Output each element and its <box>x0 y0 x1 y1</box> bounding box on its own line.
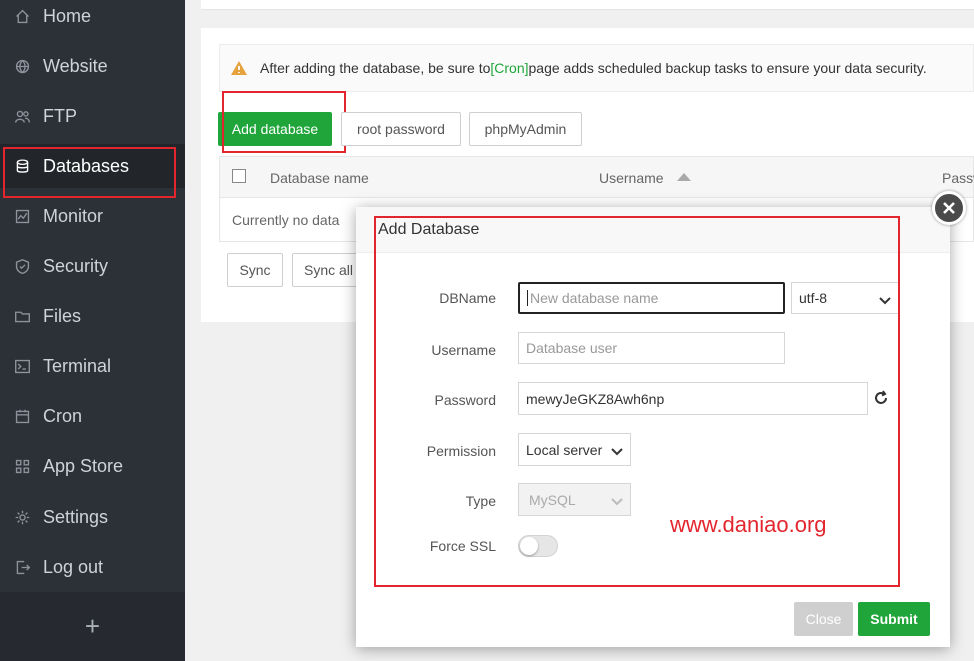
add-database-dialog: Add Database <box>356 207 950 647</box>
close-button[interactable]: Close <box>794 602 853 636</box>
home-icon <box>12 6 32 26</box>
terminal-icon <box>12 356 32 376</box>
chevron-down-icon <box>611 494 623 506</box>
watermark-text: www.daniao.org <box>670 512 827 537</box>
sort-up-icon[interactable] <box>677 173 691 181</box>
top-strip <box>201 0 974 10</box>
dialog-title: Add Database <box>378 221 480 238</box>
sidebar-item-databases[interactable]: Databases <box>0 144 185 188</box>
submit-button[interactable]: Submit <box>858 602 930 636</box>
force-ssl-label: Force SSL <box>429 538 496 554</box>
dbname-label: DBName <box>439 290 496 306</box>
dialog-header: Add Database <box>356 207 950 253</box>
database-icon <box>12 156 32 176</box>
dialog-close-button[interactable] <box>932 191 966 225</box>
text-cursor <box>527 290 528 306</box>
sidebar-item-label: Website <box>43 55 108 76</box>
sidebar-item-log-out[interactable]: Log out <box>0 545 185 589</box>
empty-text: Currently no data <box>232 212 340 228</box>
sidebar-item-files[interactable]: Files <box>0 294 185 338</box>
column-database-name[interactable]: Database name <box>270 170 369 186</box>
sidebar-item-cron[interactable]: Cron <box>0 394 185 438</box>
sidebar-item-security[interactable]: Security <box>0 244 185 288</box>
permission-value: Local server <box>526 441 603 458</box>
logout-icon <box>12 557 32 577</box>
notice-text-before: After adding the database, be sure to <box>260 60 491 76</box>
sidebar-item-label: Cron <box>43 405 83 426</box>
sidebar-item-settings[interactable]: Settings <box>0 495 185 539</box>
add-database-button[interactable]: Add database <box>218 112 332 146</box>
users-icon <box>12 106 32 126</box>
password-input[interactable]: mewyJeGKZ8Awh6np <box>518 382 868 415</box>
type-select: MySQL <box>518 483 631 516</box>
password-label: Password <box>434 392 496 408</box>
refresh-icon[interactable] <box>873 390 889 406</box>
sidebar-item-home[interactable]: Home <box>0 0 185 38</box>
charset-value: utf-8 <box>799 290 828 306</box>
grid-icon <box>12 456 32 476</box>
sidebar-item-label: Settings <box>43 506 109 527</box>
sidebar-item-monitor[interactable]: Monitor <box>0 194 185 238</box>
sidebar-add-button[interactable]: + <box>0 592 185 661</box>
gear-icon <box>12 507 32 527</box>
type-value: MySQL <box>529 491 576 508</box>
sidebar-item-ftp[interactable]: FTP <box>0 94 185 138</box>
select-all-checkbox[interactable] <box>232 169 246 183</box>
monitor-icon <box>12 206 32 226</box>
password-value: mewyJeGKZ8Awh6np <box>526 390 665 407</box>
charset-select[interactable]: utf-8 <box>791 282 899 314</box>
username-input[interactable]: Database user <box>518 332 785 364</box>
plus-icon: + <box>84 611 101 641</box>
sidebar: Home Website FTP Databases Monitor Secur… <box>0 0 185 661</box>
column-password[interactable]: Passw <box>942 170 974 186</box>
shield-icon <box>12 256 32 276</box>
chevron-down-icon <box>879 293 891 305</box>
dbname-input[interactable]: New database name <box>518 282 785 314</box>
calendar-icon <box>12 406 32 426</box>
close-icon <box>943 202 955 214</box>
column-username[interactable]: Username <box>599 170 664 186</box>
folder-icon <box>12 306 32 326</box>
permission-select[interactable]: Local server <box>518 433 631 466</box>
warning-icon <box>231 61 247 75</box>
permission-label: Permission <box>426 443 496 459</box>
cron-link[interactable]: [Cron] <box>490 60 528 76</box>
phpmyadmin-button[interactable]: phpMyAdmin <box>469 112 582 146</box>
username-label: Username <box>431 342 496 358</box>
sidebar-item-label: Terminal <box>43 355 112 376</box>
sidebar-item-terminal[interactable]: Terminal <box>0 344 185 388</box>
toggle-knob <box>520 537 538 555</box>
sidebar-item-label: Databases <box>43 155 130 176</box>
root-password-button[interactable]: root password <box>341 112 461 146</box>
sidebar-item-label: Security <box>43 255 109 276</box>
sidebar-item-label: Home <box>43 5 92 26</box>
force-ssl-toggle[interactable] <box>518 535 558 557</box>
sidebar-item-label: Files <box>43 305 82 326</box>
chevron-down-icon <box>611 444 623 456</box>
table-header: Database name Username Passw <box>219 156 974 198</box>
notice-text-after: page adds scheduled backup tasks to ensu… <box>528 60 927 76</box>
dbname-placeholder: New database name <box>530 290 659 306</box>
type-label: Type <box>465 493 496 509</box>
sidebar-item-label: Monitor <box>43 205 104 226</box>
globe-icon <box>12 56 32 76</box>
sidebar-item-website[interactable]: Website <box>0 44 185 88</box>
sidebar-item-label: Log out <box>43 556 104 577</box>
sidebar-item-label: App Store <box>43 455 124 476</box>
notice-banner: After adding the database, be sure to [C… <box>219 44 974 92</box>
sync-all-button[interactable]: Sync all <box>292 253 364 287</box>
sync-button[interactable]: Sync <box>227 253 283 287</box>
sidebar-item-app-store[interactable]: App Store <box>0 444 185 488</box>
sidebar-item-label: FTP <box>43 105 77 126</box>
username-placeholder: Database user <box>526 340 618 356</box>
